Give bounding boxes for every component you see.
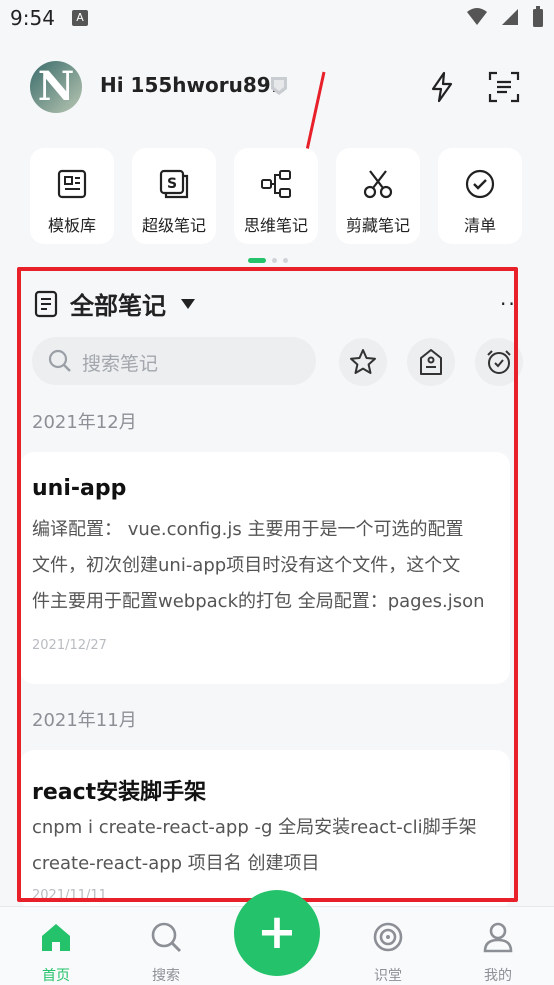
note-preview-line: cnpm i create-react-app -g 全局安装react-cli… bbox=[32, 817, 477, 838]
svg-text:S: S bbox=[167, 176, 177, 192]
status-bar: 9:54 A bbox=[0, 0, 554, 38]
search-icon bbox=[151, 922, 182, 953]
star-icon bbox=[350, 349, 376, 374]
search-icon bbox=[48, 349, 71, 372]
note-card[interactable]: uni-app 编译配置： vue.config.js 主要用于是一个可选的配置… bbox=[20, 452, 510, 684]
tag-icon bbox=[420, 349, 442, 375]
quick-clip-note[interactable]: 剪藏笔记 bbox=[336, 148, 420, 244]
quick-super-note[interactable]: S 超级笔记 bbox=[132, 148, 216, 244]
status-icons bbox=[466, 6, 544, 28]
note-preview-line: create-react-app 项目名 创建项目 bbox=[32, 853, 320, 874]
add-note-button[interactable]: + bbox=[234, 890, 320, 976]
nav-label: 识堂 bbox=[374, 968, 402, 984]
note-preview-line: 编译配置： vue.config.js 主要用于是一个可选的配置 bbox=[32, 519, 464, 540]
alarm-clock-icon bbox=[487, 350, 511, 374]
nav-profile[interactable]: 我的 bbox=[458, 917, 538, 984]
avatar-letter: N bbox=[37, 63, 75, 110]
reminder-filter-button[interactable] bbox=[475, 338, 523, 386]
quick-actions: 模板库 S 超级笔记 思维笔记 剪藏笔记 清单 bbox=[30, 148, 530, 244]
notebook-icon bbox=[34, 290, 58, 318]
page-dot bbox=[283, 258, 288, 263]
search-placeholder: 搜索笔记 bbox=[82, 353, 159, 375]
favorite-filter-button[interactable] bbox=[339, 338, 387, 386]
mind-map-icon bbox=[261, 170, 291, 198]
dropdown-triangle-icon bbox=[181, 299, 195, 309]
lightning-icon bbox=[431, 71, 453, 103]
search-input[interactable]: 搜索笔记 bbox=[32, 337, 316, 385]
note-date: 2021/12/27 bbox=[32, 638, 107, 653]
note-date: 2021/11/11 bbox=[32, 888, 107, 903]
note-title: uni-app bbox=[32, 476, 127, 501]
quick-checklist[interactable]: 清单 bbox=[438, 148, 522, 244]
greeting-text: Hi 155hworu891 bbox=[100, 73, 285, 97]
status-time: 9:54 bbox=[10, 6, 55, 30]
quick-mind-map[interactable]: 思维笔记 bbox=[234, 148, 318, 244]
more-options-button[interactable]: ·· bbox=[500, 292, 517, 316]
signal-icon bbox=[502, 9, 518, 25]
quick-label: 超级笔记 bbox=[141, 216, 206, 235]
header: N Hi 155hworu891 bbox=[0, 55, 554, 119]
quick-label: 清单 bbox=[463, 216, 496, 235]
checklist-icon bbox=[465, 169, 495, 199]
nav-label: 搜索 bbox=[152, 968, 180, 984]
scan-icon bbox=[488, 71, 520, 103]
nav-home[interactable]: 首页 bbox=[16, 917, 96, 984]
note-title: react安装脚手架 bbox=[32, 780, 207, 805]
quick-label: 思维笔记 bbox=[243, 216, 308, 235]
note-preview-line: 件主要用于配置webpack的打包 全局配置：pages.json bbox=[32, 591, 485, 612]
quick-label: 剪藏笔记 bbox=[345, 216, 410, 235]
note-preview: cnpm i create-react-app -g 全局安装react-cli… bbox=[32, 810, 510, 882]
notification-icon: A bbox=[72, 10, 88, 26]
page-dot bbox=[248, 258, 266, 263]
page-dot bbox=[272, 258, 277, 263]
quick-label: 模板库 bbox=[47, 216, 96, 235]
scissors-icon bbox=[363, 170, 393, 199]
nav-search[interactable]: 搜索 bbox=[126, 917, 206, 984]
quick-template-library[interactable]: 模板库 bbox=[30, 148, 114, 244]
nav-label: 首页 bbox=[42, 968, 70, 984]
super-note-icon: S bbox=[159, 169, 189, 199]
user-icon bbox=[483, 922, 513, 953]
note-preview: 编译配置： vue.config.js 主要用于是一个可选的配置 文件，初次创建… bbox=[32, 512, 510, 620]
page-indicator bbox=[248, 258, 288, 263]
flash-button[interactable] bbox=[422, 67, 462, 107]
note-preview-line: 文件，初次创建uni-app项目时没有这个文件，这个文 bbox=[32, 555, 461, 576]
month-header: 2021年12月 bbox=[32, 412, 137, 433]
nav-learning[interactable]: 识堂 bbox=[348, 917, 428, 984]
nav-label: 我的 bbox=[484, 968, 512, 984]
scan-button[interactable] bbox=[484, 67, 524, 107]
month-header: 2021年11月 bbox=[32, 710, 137, 731]
template-library-icon bbox=[57, 169, 87, 199]
wifi-icon bbox=[467, 8, 487, 25]
tag-filter-button[interactable] bbox=[407, 338, 455, 386]
battery-icon bbox=[533, 6, 543, 27]
notes-section-title: 全部笔记 bbox=[70, 292, 166, 320]
plus-icon: + bbox=[256, 904, 298, 960]
avatar[interactable]: N bbox=[30, 61, 82, 113]
note-card[interactable]: react安装脚手架 cnpm i create-react-app -g 全局… bbox=[20, 750, 510, 910]
home-icon bbox=[42, 924, 70, 951]
target-icon bbox=[373, 922, 403, 952]
